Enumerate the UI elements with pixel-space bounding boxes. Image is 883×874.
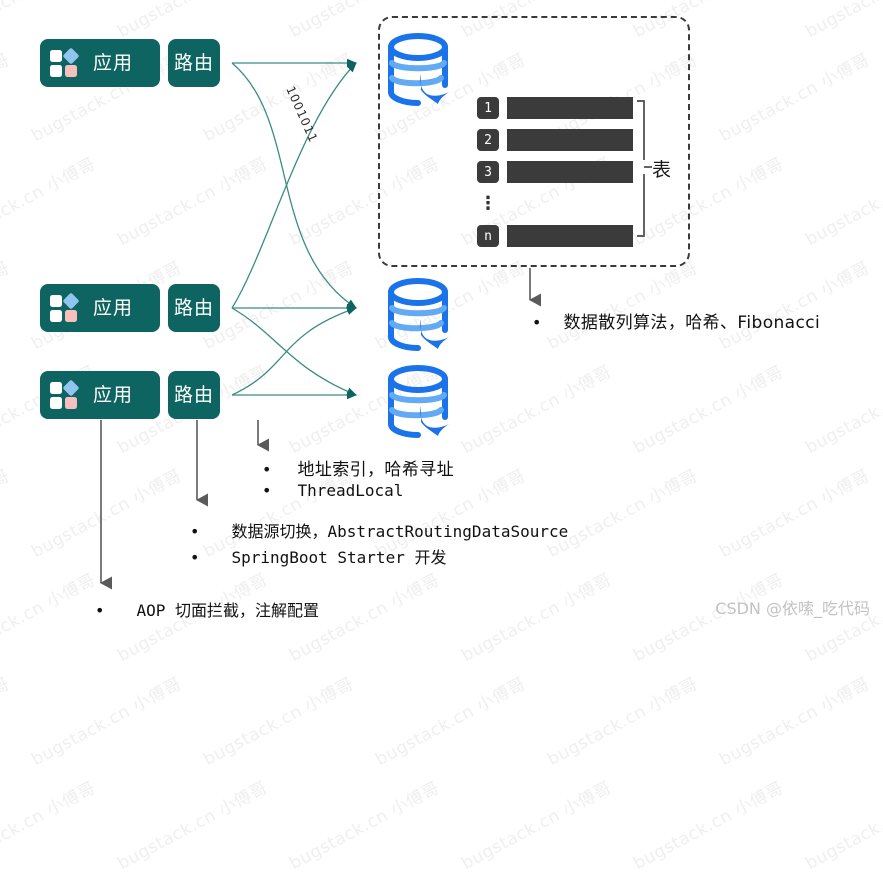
- app-box[interactable]: 应用: [40, 39, 160, 87]
- note-text: 地址索引，哈希寻址: [297, 460, 455, 480]
- bullet-icon: •: [95, 601, 105, 620]
- watermark-text: bugstack.cn 小傅哥: [800, 0, 883, 42]
- watermark-text: bugstack.cn 小傅哥: [716, 50, 874, 147]
- route-label: 路由: [173, 383, 214, 406]
- watermark-text: bugstack.cn 小傅哥: [716, 258, 874, 355]
- note-text: ThreadLocal: [297, 481, 404, 500]
- table-row-bar: [507, 161, 633, 183]
- watermark-text: bugstack.cn 小傅哥: [286, 778, 444, 874]
- watermark-text: bugstack.cn 小傅哥: [0, 258, 14, 354]
- app-row: 应用 路由: [40, 284, 220, 332]
- note-springboot-starter: • SpringBoot Starter 开发: [190, 544, 446, 568]
- route-box[interactable]: 路由: [168, 371, 220, 419]
- watermark-text: bugstack.cn 小傅哥: [716, 674, 874, 771]
- watermark-text: bugstack.cn 小傅哥: [200, 674, 358, 771]
- route-box[interactable]: 路由: [168, 39, 220, 87]
- watermark-text: bugstack.cn 小傅哥: [630, 778, 788, 874]
- watermark-text: bugstack.cn 小傅哥: [0, 154, 100, 251]
- app-grid-icon: [50, 47, 84, 78]
- watermark-text: bugstack.cn 小傅哥: [0, 466, 14, 562]
- note-thread-local: • ThreadLocal: [262, 481, 403, 500]
- app-row: 应用 路由: [40, 371, 220, 419]
- table-row-index: 2: [477, 129, 499, 151]
- note-text: SpringBoot Starter 开发: [231, 548, 447, 567]
- note-address-index: • 地址索引，哈希寻址: [262, 455, 454, 480]
- table-row-ellipsis: ⋮: [477, 192, 633, 216]
- watermark-text: bugstack.cn 小傅哥: [802, 778, 883, 874]
- note-text: AOP 切面拦截，注解配置: [136, 601, 319, 620]
- app-label: 应用: [93, 51, 134, 74]
- table-row-index: 3: [477, 161, 499, 183]
- table-rows-group: 1 2 3 ⋮ n: [477, 96, 633, 256]
- watermark-text: bugstack.cn 小傅哥: [372, 674, 530, 771]
- app-box[interactable]: 应用: [40, 284, 160, 332]
- route-label: 路由: [173, 296, 214, 319]
- watermark-text: bugstack.cn 小傅哥: [114, 154, 272, 251]
- watermark-text: bugstack.cn 小傅哥: [0, 674, 14, 770]
- csdn-watermark: CSDN @依嗦_吃代码: [715, 599, 870, 618]
- vertical-ellipsis-icon: ⋮: [479, 192, 497, 214]
- route-label: 路由: [173, 51, 214, 74]
- watermark-text: bugstack.cn 小傅哥: [0, 50, 14, 146]
- watermark-text: bugstack.cn 小傅哥: [458, 570, 616, 667]
- table-row-index: n: [477, 225, 499, 247]
- note-text: 数据散列算法，哈希、Fibonacci: [563, 313, 821, 333]
- note-datasource-switch: • 数据源切换，AbstractRoutingDataSource: [190, 518, 568, 542]
- watermark-text: bugstack.cn 小傅哥: [802, 154, 883, 251]
- table-row-bar: [507, 129, 633, 151]
- table-row: 3: [477, 160, 633, 184]
- database-icon: [383, 275, 461, 357]
- watermark-text: bugstack.cn 小傅哥: [0, 0, 99, 42]
- watermark-text: bugstack.cn 小傅哥: [458, 362, 616, 459]
- note-text: 数据源切换，AbstractRoutingDataSource: [231, 522, 569, 541]
- watermark-text: bugstack.cn 小傅哥: [544, 466, 702, 563]
- watermark-text: bugstack.cn 小傅哥: [458, 778, 616, 874]
- app-grid-icon: [50, 379, 84, 410]
- table-row: n: [477, 224, 633, 248]
- watermark-text: bugstack.cn 小傅哥: [716, 466, 874, 563]
- watermark-text: bugstack.cn 小傅哥: [28, 674, 186, 771]
- bullet-icon: •: [190, 522, 200, 541]
- table-row-bar: [507, 97, 633, 119]
- watermark-text: bugstack.cn 小傅哥: [112, 0, 271, 42]
- table-brace-label: 表: [652, 159, 672, 181]
- database-icon: [383, 30, 461, 112]
- route-box[interactable]: 路由: [168, 284, 220, 332]
- watermark-text: bugstack.cn 小傅哥: [0, 570, 100, 667]
- watermark-text: bugstack.cn 小傅哥: [630, 362, 788, 459]
- watermark-text: bugstack.cn 小傅哥: [802, 362, 883, 459]
- watermark-text: bugstack.cn 小傅哥: [114, 778, 272, 874]
- watermark-text: bugstack.cn 小傅哥: [200, 258, 358, 355]
- watermark-text: bugstack.cn 小傅哥: [0, 778, 100, 874]
- table-row-bar: [507, 225, 633, 247]
- bullet-icon: •: [532, 313, 542, 332]
- app-label: 应用: [93, 296, 134, 319]
- watermark-text: bugstack.cn 小傅哥: [200, 50, 358, 147]
- watermark-text: bugstack.cn 小傅哥: [544, 258, 702, 355]
- app-grid-icon: [50, 292, 84, 323]
- table-row: 2: [477, 128, 633, 152]
- binary-stream-label: 1001011: [283, 84, 321, 145]
- watermark-text: bugstack.cn 小傅哥: [28, 466, 186, 563]
- app-row: 应用 路由: [40, 39, 220, 87]
- note-aop: • AOP 切面拦截，注解配置: [95, 597, 319, 621]
- bullet-icon: •: [262, 460, 272, 479]
- database-icon: [383, 362, 461, 444]
- bullet-icon: •: [262, 481, 272, 500]
- diagram-canvas: bugstack.cn 小傅哥bugstack.cn 小傅哥bugstack.c…: [0, 0, 883, 874]
- note-hash-algorithm: • 数据散列算法，哈希、Fibonacci: [532, 308, 820, 333]
- table-row-index: 1: [477, 97, 499, 119]
- app-label: 应用: [93, 383, 134, 406]
- table-row: 1: [477, 96, 633, 120]
- bullet-icon: •: [190, 548, 200, 567]
- app-box[interactable]: 应用: [40, 371, 160, 419]
- watermark-text: bugstack.cn 小傅哥: [544, 674, 702, 771]
